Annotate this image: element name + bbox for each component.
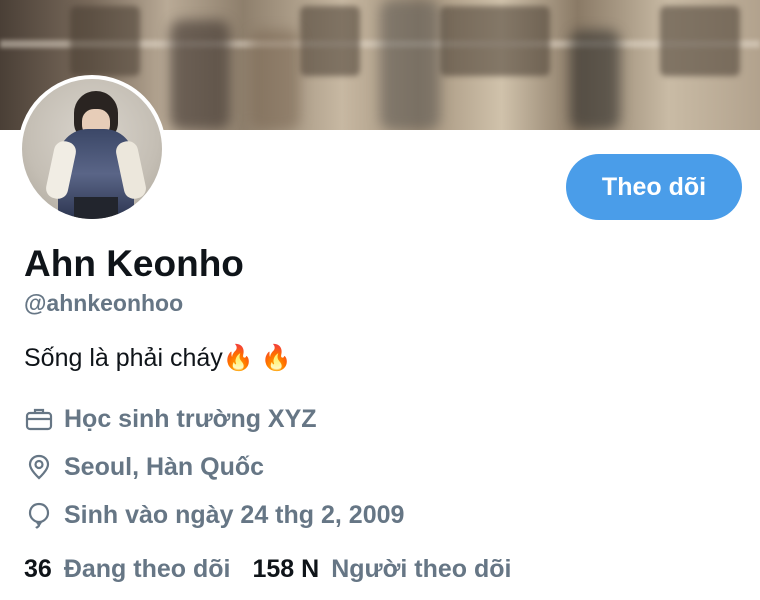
profile-birthday-row: Sinh vào ngày 24 thg 2, 2009 [24,500,404,530]
avatar-pants-shape [74,197,118,219]
profile-location-row: Seoul, Hàn Quốc [24,452,264,482]
profile-handle: @ahnkeonhoo [24,290,184,316]
profile-stats: 36 Đang theo dõi 158 N Người theo dõi [24,555,534,584]
banner-figure-shape [380,0,440,130]
profile-birthday: Sinh vào ngày 24 thg 2, 2009 [64,500,405,529]
followers-label: Người theo dõi [331,555,512,583]
banner-window-shape [70,6,140,76]
banner-window-shape [300,6,360,76]
banner-figure-shape [250,30,300,130]
banner-figure-shape [170,20,230,130]
banner-window-shape [660,6,740,76]
follow-button[interactable]: Theo dõi [566,154,742,220]
following-label: Đang theo dõi [63,555,231,583]
avatar[interactable] [18,75,166,223]
balloon-icon [24,500,54,530]
profile-job-row: Học sinh trường XYZ [24,404,317,434]
profile-name: Ahn Keonho [24,243,244,284]
followers-link[interactable]: 158 N Người theo dõi [252,555,511,584]
profile-location: Seoul, Hàn Quốc [64,452,265,481]
profile-bio: Sống là phải cháy🔥 🔥 [24,344,292,372]
banner-window-shape [440,6,550,76]
profile-job: Học sinh trường XYZ [64,404,317,433]
briefcase-icon [24,404,54,434]
following-link[interactable]: 36 Đang theo dõi [24,555,230,584]
following-count: 36 [24,555,52,583]
followers-count: 158 N [252,555,320,583]
banner-figure-shape [570,30,620,130]
location-pin-icon [24,452,54,482]
